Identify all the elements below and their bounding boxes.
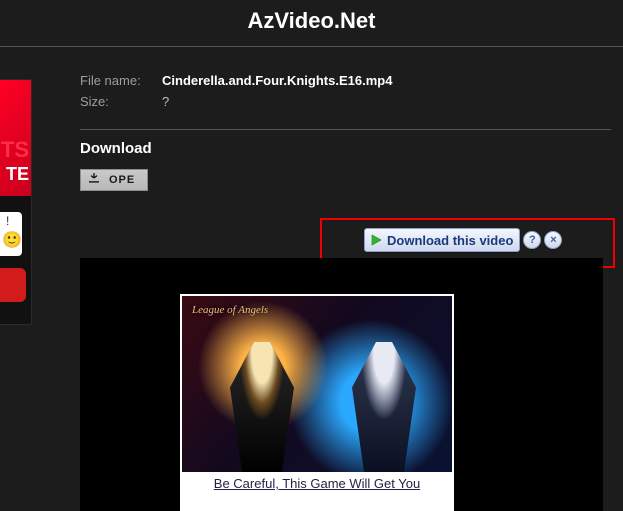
divider-info [80, 129, 611, 130]
file-size-label: Size: [80, 94, 162, 109]
content-col: File name: Cinderella.and.Four.Knights.E… [60, 73, 623, 191]
download-arrow-icon [89, 173, 99, 187]
left-sidebar: TS TE ! 🙂 [0, 73, 60, 503]
download-this-video-label: Download this video [387, 233, 513, 248]
help-icon: ? [529, 234, 536, 246]
game-character-1 [222, 342, 302, 472]
site-title: AzVideo.Net [0, 8, 623, 34]
close-button[interactable]: × [544, 231, 562, 249]
game-character-2 [344, 342, 424, 472]
game-ad[interactable]: League of Angels Be Careful, This Game W… [180, 294, 454, 511]
file-size-value: ? [162, 94, 169, 109]
ad-fragment-2: TE [6, 164, 29, 185]
file-name-row: File name: Cinderella.and.Four.Knights.E… [80, 73, 611, 88]
file-size-row: Size: ? [80, 94, 611, 109]
help-button[interactable]: ? [523, 231, 541, 249]
ad-fragment-1: TS [1, 140, 29, 160]
download-this-video-button[interactable]: Download this video [364, 228, 520, 252]
file-name-label: File name: [80, 73, 162, 88]
file-name-value: Cinderella.and.Four.Knights.E16.mp4 [162, 73, 392, 88]
ad-red-pill [0, 268, 26, 302]
page-root: AzVideo.Net TS TE ! 🙂 File name: Cindere… [0, 0, 623, 511]
play-icon [369, 233, 383, 247]
ope-button-label: OPE [109, 174, 135, 186]
ope-button[interactable]: OPE [80, 169, 148, 191]
ad-exclaim: ! [6, 214, 9, 228]
video-player-area[interactable]: League of Angels Be Careful, This Game W… [80, 258, 603, 511]
game-ad-art: League of Angels [182, 296, 452, 472]
game-ad-logo: League of Angels [192, 304, 268, 316]
download-heading: Download [80, 140, 611, 157]
smile-emoji-icon: 🙂 [2, 230, 22, 250]
download-video-toolbar: Download this video ? × [364, 228, 562, 252]
left-ad-clipped[interactable]: TS TE ! 🙂 [0, 79, 32, 325]
file-info: File name: Cinderella.and.Four.Knights.E… [60, 73, 611, 123]
header: AzVideo.Net [0, 0, 623, 46]
close-icon: × [550, 234, 556, 246]
game-ad-caption: Be Careful, This Game Will Get You [182, 472, 452, 511]
divider-top [0, 46, 623, 47]
